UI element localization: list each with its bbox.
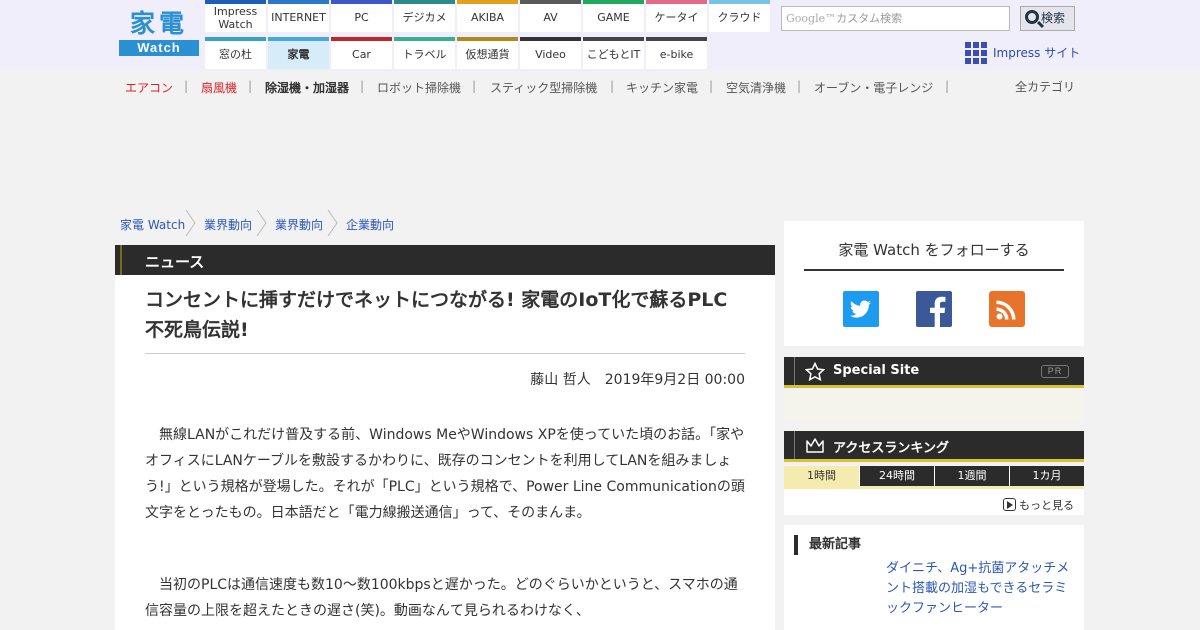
- publish-date: 2019年9月2日 00:00: [604, 372, 745, 388]
- ranking-tab[interactable]: 1時間: [784, 466, 859, 486]
- category-separator: |: [797, 79, 802, 93]
- grid-icon: [965, 42, 987, 64]
- latest-articles: 最新記事 ダイニチ、Ag+抗菌アタッチメント搭載の加湿もできるセラミックファンヒ…: [784, 525, 1084, 630]
- category-separator: |: [709, 79, 714, 93]
- category-link[interactable]: 扇風機: [201, 79, 237, 96]
- follow-title: 家電 Watch をフォローする: [838, 241, 1030, 259]
- category-separator: |: [945, 79, 950, 93]
- breadcrumb-item[interactable]: 業界動向: [204, 216, 252, 233]
- star-icon: [805, 362, 825, 382]
- site-nav-item[interactable]: Video: [520, 37, 581, 69]
- facebook-icon[interactable]: [916, 291, 952, 327]
- search-brand: Google™: [786, 12, 837, 25]
- rss-icon[interactable]: [989, 291, 1025, 327]
- search-input[interactable]: Google™カスタム検索: [781, 6, 1010, 31]
- category-link[interactable]: オーブン・電子レンジ: [814, 79, 933, 96]
- special-site-body: [784, 391, 1084, 421]
- site-nav-item[interactable]: Impress Watch: [205, 0, 266, 32]
- ranking-title: アクセスランキング: [833, 441, 949, 456]
- category-link[interactable]: 除湿機・加湿器: [265, 79, 349, 96]
- logo-sub: Watch: [119, 40, 199, 56]
- kaden-watch-logo[interactable]: 家電 Watch: [119, 9, 199, 56]
- ranking-tab[interactable]: 24時間: [859, 466, 934, 486]
- play-icon: [1003, 498, 1016, 511]
- ranking-tab[interactable]: 1週間: [934, 466, 1009, 486]
- site-nav-item[interactable]: 仮想通貨: [457, 37, 518, 69]
- site-nav-item[interactable]: PC: [331, 0, 392, 32]
- site-nav-item[interactable]: こどもとIT: [583, 37, 644, 69]
- chevron-right-icon: [327, 210, 338, 236]
- category-separator: |: [248, 79, 253, 93]
- category-link[interactable]: 空気清浄機: [726, 79, 786, 96]
- article-category-label: ニュース: [115, 245, 775, 275]
- article-category-text: ニュース: [145, 253, 205, 271]
- special-site-title: Special Site: [833, 363, 920, 378]
- search-button[interactable]: 検索: [1020, 6, 1075, 31]
- article-thumbnail[interactable]: [796, 563, 878, 623]
- search-placeholder: カスタム検索: [836, 12, 903, 25]
- special-site-header: Special Site PR: [784, 357, 1084, 388]
- paragraph: 当初のPLCは通信速度も数10～数100kbpsと遅かった。どのぐらいかというと…: [145, 577, 738, 619]
- more-link-label: もっと見る: [1019, 499, 1074, 512]
- impress-sites-label: Impress サイト: [993, 46, 1081, 60]
- breadcrumb-item[interactable]: 業界動向: [275, 216, 323, 233]
- site-nav-item[interactable]: 家電: [268, 37, 329, 69]
- author[interactable]: 藤山 哲人: [530, 372, 590, 388]
- site-nav-item[interactable]: トラベル: [394, 37, 455, 69]
- site-nav-item[interactable]: 窓の杜: [205, 37, 266, 69]
- site-nav-item[interactable]: AV: [520, 0, 581, 32]
- twitter-icon[interactable]: [843, 291, 879, 327]
- ranking-tab[interactable]: 1カ月: [1009, 466, 1084, 486]
- site-nav-item[interactable]: GAME: [583, 0, 644, 32]
- category-separator: |: [184, 79, 189, 93]
- latest-title: 最新記事: [794, 535, 861, 555]
- category-link[interactable]: ロボット掃除機: [377, 79, 461, 96]
- breadcrumb-item[interactable]: 企業動向: [346, 216, 394, 233]
- category-link[interactable]: スティック型掃除機: [490, 79, 597, 96]
- category-separator: |: [610, 79, 615, 93]
- breadcrumb-item[interactable]: 家電 Watch: [120, 216, 185, 233]
- ranking-body: もっと見る: [784, 489, 1084, 515]
- title-divider: [145, 353, 745, 354]
- category-link[interactable]: キッチン家電: [626, 79, 698, 96]
- article-body: コンセントに挿すだけでネットにつながる! 家電のIoT化で蘇るPLC不死鳥伝説!…: [115, 275, 775, 630]
- category-link[interactable]: エアコン: [125, 79, 173, 96]
- search-button-label: 検索: [1041, 11, 1066, 25]
- ranking-header: アクセスランキング: [784, 431, 1084, 462]
- pr-badge: PR: [1041, 365, 1069, 378]
- search-icon: [1025, 10, 1039, 24]
- site-nav-item[interactable]: AKIBA: [457, 0, 518, 32]
- category-separator: |: [472, 79, 477, 93]
- site-nav-item[interactable]: Car: [331, 37, 392, 69]
- more-link[interactable]: もっと見る: [1003, 497, 1074, 513]
- site-header: 家電 Watch Impress Watch INTERNET PC デジカメ AKIB…: [0, 0, 1200, 71]
- impress-sites-link[interactable]: Impress サイト: [965, 42, 1080, 64]
- logo-kanji: 家電: [129, 9, 188, 38]
- site-nav-item[interactable]: クラウド: [709, 0, 770, 32]
- all-categories-link[interactable]: 全カテゴリ: [1015, 78, 1075, 95]
- follow-divider: [804, 269, 1064, 271]
- article-byline: 藤山 哲人 2019年9月2日 00:00: [530, 369, 745, 389]
- article-title: コンセントに挿すだけでネットにつながる! 家電のIoT化で蘇るPLC不死鳥伝説!: [145, 289, 728, 341]
- site-nav: Impress Watch INTERNET PC デジカメ AKIBA AV GAME ケー…: [205, 0, 772, 71]
- crown-icon: [806, 438, 824, 453]
- latest-article-link[interactable]: ダイニチ、Ag+抗菌アタッチメント搭載の加湿もできるセラミックファンヒーター: [886, 559, 1074, 619]
- site-nav-item[interactable]: ケータイ: [646, 0, 707, 32]
- chevron-right-icon: [256, 210, 267, 236]
- site-nav-item[interactable]: デジカメ: [394, 0, 455, 32]
- follow-box: 家電 Watch をフォローする: [784, 221, 1084, 346]
- site-nav-item[interactable]: e-bike: [646, 37, 707, 69]
- category-separator: |: [360, 79, 365, 93]
- site-nav-item[interactable]: INTERNET: [268, 0, 329, 32]
- chevron-right-icon: [185, 210, 196, 236]
- paragraph: 無線LANがこれだけ普及する前、Windows MeやWindows XPを使っ…: [145, 427, 745, 521]
